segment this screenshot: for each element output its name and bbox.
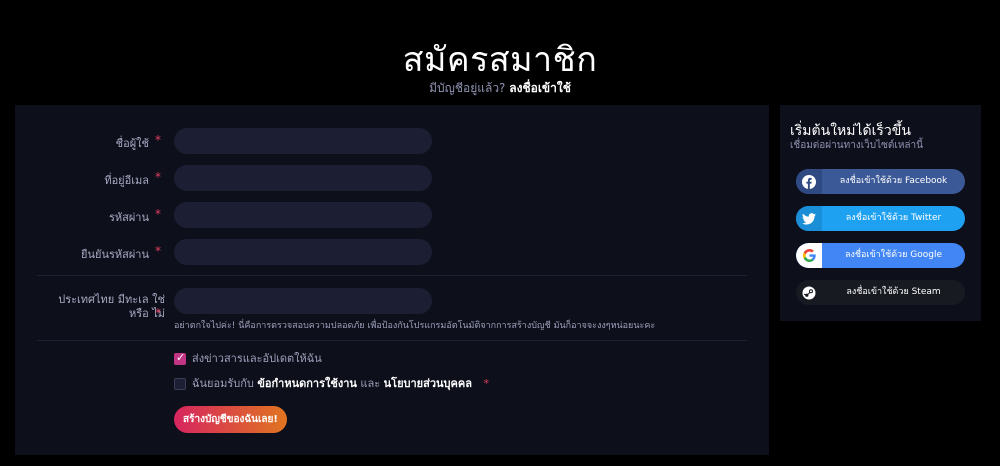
google-icon — [796, 243, 822, 268]
steam-login-label: ลงชื่อเข้าใช้ด้วย Steam — [846, 287, 941, 297]
create-account-button[interactable]: สร้างบัญชีของฉันเลย! — [174, 406, 287, 433]
terms-label: ฉันยอมรับกับ ข้อกำหนดการใช้งาน และ นโยบา… — [192, 377, 489, 391]
divider — [37, 275, 747, 276]
confirm-password-row: ยืนยันรหัสผ่าน * — [15, 239, 769, 265]
required-marker: * — [483, 377, 489, 390]
facebook-login-label: ลงชื่อเข้าใช้ด้วย Facebook — [839, 176, 948, 186]
twitter-icon — [796, 206, 822, 231]
terms-prefix: ฉันยอมรับกับ — [192, 377, 254, 390]
captcha-answer-input[interactable] — [174, 288, 432, 314]
terms-checkbox[interactable] — [174, 378, 186, 390]
terms-and-text: และ — [360, 377, 381, 390]
password-row: รหัสผ่าน * — [15, 202, 769, 228]
email-label: ที่อยู่อีเมล — [104, 174, 149, 187]
divider — [37, 340, 747, 341]
required-marker: * — [155, 207, 161, 221]
facebook-icon — [796, 169, 822, 194]
have-account-text: มีบัญชีอยู่แล้ว? — [429, 81, 506, 95]
username-label: ชื่อผู้ใช้ — [115, 137, 149, 150]
facebook-login-button[interactable]: ลงชื่อเข้าใช้ด้วย Facebook — [796, 169, 965, 194]
twitter-login-button[interactable]: ลงชื่อเข้าใช้ด้วย Twitter — [796, 206, 965, 231]
username-input[interactable] — [174, 128, 432, 154]
username-row: ชื่อผู้ใช้ * — [15, 128, 769, 154]
login-link[interactable]: ลงชื่อเข้าใช้ — [509, 81, 571, 95]
newsletter-label: ส่งข่าวสารและอัปเดตให้ฉัน — [192, 352, 322, 365]
captcha-hint: อย่าตกใจไปค่ะ! นี่คือการตรวจสอบความปลอดภ… — [174, 321, 656, 331]
newsletter-checkbox[interactable] — [174, 351, 186, 365]
password-label: รหัสผ่าน — [108, 211, 149, 224]
required-marker: * — [155, 244, 161, 258]
twitter-login-label: ลงชื่อเข้าใช้ด้วย Twitter — [845, 213, 942, 223]
confirm-password-input[interactable] — [174, 239, 432, 265]
page-title: สมัครสมาชิก — [402, 40, 598, 80]
privacy-policy-link[interactable]: นโยบายส่วนบุคคล — [384, 377, 472, 390]
social-panel-subtitle: เชื่อมต่อผ่านทางเว็บไซต์เหล่านี้ — [790, 140, 923, 151]
required-marker: * — [155, 306, 161, 320]
email-input[interactable] — [174, 165, 432, 191]
registration-form: ชื่อผู้ใช้ * ที่อยู่อีเมล * รหัสผ่าน * ย… — [15, 105, 769, 455]
email-row: ที่อยู่อีเมล * — [15, 165, 769, 191]
terms-of-service-link[interactable]: ข้อกำหนดการใช้งาน — [257, 377, 357, 390]
social-login-panel: เริ่มต้นใหม่ได้เร็วขึ้น เชื่อมต่อผ่านทาง… — [780, 105, 981, 321]
page-header: สมัครสมาชิก มีบัญชีอยู่แล้ว? ลงชื่อเข้าใ… — [0, 40, 1000, 96]
google-login-button[interactable]: ลงชื่อเข้าใช้ด้วย Google — [796, 243, 965, 268]
confirm-password-label: ยืนยันรหัสผ่าน — [81, 248, 149, 261]
password-input[interactable] — [174, 202, 432, 228]
required-marker: * — [155, 170, 161, 184]
steam-icon — [796, 280, 822, 305]
google-login-label: ลงชื่อเข้าใช้ด้วย Google — [845, 250, 942, 260]
login-prompt: มีบัญชีอยู่แล้ว? ลงชื่อเข้าใช้ — [0, 80, 1000, 96]
required-marker: * — [155, 133, 161, 147]
captcha-question-label: ประเทศไทย มีทะเล ใช่ หรือ ไม่ — [58, 293, 165, 320]
steam-login-button[interactable]: ลงชื่อเข้าใช้ด้วย Steam — [796, 280, 965, 305]
